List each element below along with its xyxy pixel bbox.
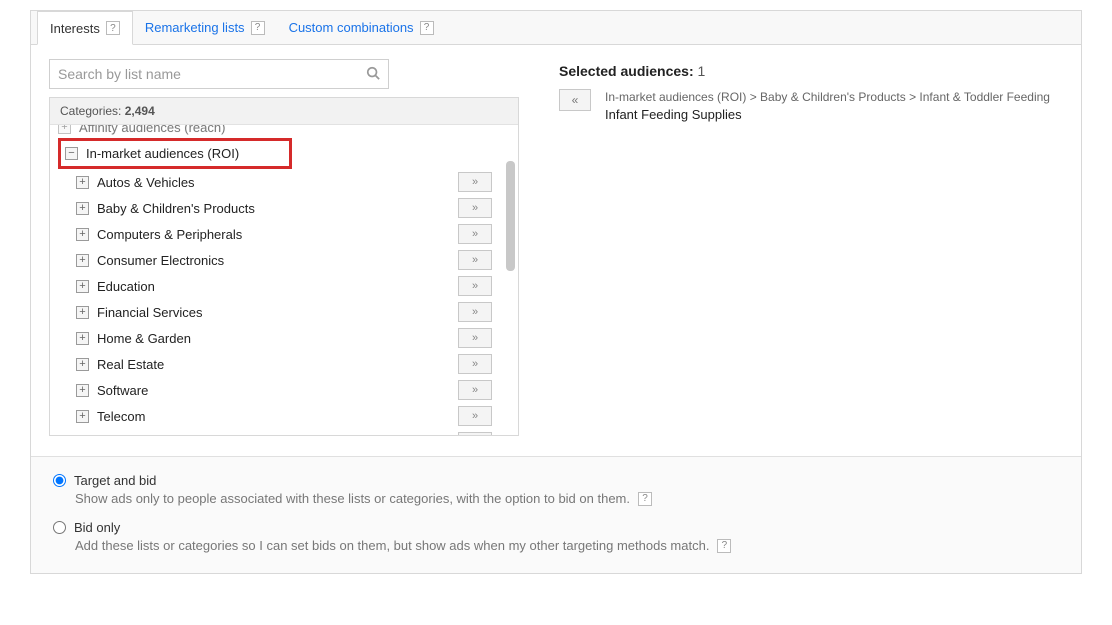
add-button[interactable]: » — [458, 380, 492, 400]
selected-count: 1 — [698, 63, 706, 79]
category-tree: + Affinity audiences (reach) − In-market… — [50, 125, 518, 435]
tree-node-label: In-market audiences (ROI) — [86, 146, 239, 161]
content-area: Categories: 2,494 + Affinity audiences (… — [31, 45, 1081, 456]
tab-label: Interests — [50, 21, 100, 36]
help-icon[interactable]: ? — [106, 21, 120, 35]
radio-desc-text: Show ads only to people associated with … — [75, 491, 630, 506]
left-column: Categories: 2,494 + Affinity audiences (… — [49, 59, 519, 436]
tree-node-label: Real Estate — [97, 357, 164, 372]
tree-node-label: Home & Garden — [97, 331, 191, 346]
targeting-options: Target and bid Show ads only to people a… — [31, 456, 1081, 573]
radio-input-target[interactable] — [53, 474, 66, 487]
radio-desc-target: Show ads only to people associated with … — [75, 491, 1059, 506]
tree-node-label: Education — [97, 279, 155, 294]
tree-node-child[interactable]: + Autos & Vehicles » — [58, 169, 492, 195]
remove-button[interactable]: « — [559, 89, 591, 111]
radio-label: Target and bid — [74, 473, 156, 488]
tab-label: Remarketing lists — [145, 20, 245, 35]
tree-node-child[interactable]: + Consumer Electronics » — [58, 247, 492, 273]
selected-leaf: Infant Feeding Supplies — [605, 106, 1050, 124]
tree-node-child[interactable]: + Home & Garden » — [58, 325, 492, 351]
tree-node-child[interactable]: + Computers & Peripherals » — [58, 221, 492, 247]
expand-icon[interactable]: + — [76, 306, 89, 319]
selected-text: In-market audiences (ROI) > Baby & Child… — [605, 89, 1050, 124]
tree-node-label: Software — [97, 383, 148, 398]
tree-node-child[interactable]: + Real Estate » — [58, 351, 492, 377]
add-button[interactable]: » — [458, 432, 492, 435]
radio-desc-bidonly: Add these lists or categories so I can s… — [75, 538, 1059, 553]
selected-path: In-market audiences (ROI) > Baby & Child… — [605, 89, 1050, 106]
category-list-panel: Categories: 2,494 + Affinity audiences (… — [49, 97, 519, 436]
tree-node-child[interactable]: + Telecom » — [58, 403, 492, 429]
expand-icon[interactable]: + — [76, 384, 89, 397]
radio-label: Bid only — [74, 520, 120, 535]
expand-icon[interactable]: + — [76, 358, 89, 371]
tree-node-label: Computers & Peripherals — [97, 227, 242, 242]
tab-interests[interactable]: Interests ? — [37, 11, 133, 45]
add-button[interactable]: » — [458, 250, 492, 270]
tree-node-child[interactable]: + Financial Services » — [58, 299, 492, 325]
add-button[interactable]: » — [458, 172, 492, 192]
tree-node-child[interactable]: +Travel» — [58, 429, 492, 435]
tab-custom[interactable]: Custom combinations ? — [277, 11, 446, 45]
tree-node-label: Consumer Electronics — [97, 253, 224, 268]
add-button[interactable]: » — [458, 328, 492, 348]
radio-target-and-bid[interactable]: Target and bid — [53, 473, 1059, 488]
expand-icon[interactable]: + — [76, 410, 89, 423]
category-count-value: 2,494 — [125, 104, 155, 118]
selected-audiences-header: Selected audiences: 1 — [559, 63, 1063, 79]
expand-icon[interactable]: + — [76, 228, 89, 241]
scrollbar-thumb[interactable] — [506, 161, 515, 271]
tree-node-label: Travel — [97, 435, 133, 436]
expand-icon[interactable]: + — [58, 125, 71, 134]
tree-node-label: Autos & Vehicles — [97, 175, 195, 190]
search-input[interactable] — [58, 66, 366, 82]
selected-label: Selected audiences — [559, 63, 689, 79]
add-button[interactable]: » — [458, 406, 492, 426]
tree-node-child[interactable]: + Baby & Children's Products » — [58, 195, 492, 221]
tree-node-child[interactable]: + Education » — [58, 273, 492, 299]
tree-node-label: Baby & Children's Products — [97, 201, 255, 216]
expand-icon[interactable]: + — [76, 254, 89, 267]
highlighted-node: − In-market audiences (ROI) — [58, 138, 292, 169]
radio-input-bidonly[interactable] — [53, 521, 66, 534]
right-column: Selected audiences: 1 « In-market audien… — [559, 59, 1063, 436]
tree-node-label: Financial Services — [97, 305, 203, 320]
radio-bid-only[interactable]: Bid only — [53, 520, 1059, 535]
expand-icon[interactable]: + — [76, 202, 89, 215]
add-button[interactable]: » — [458, 198, 492, 218]
tab-label: Custom combinations — [289, 20, 414, 35]
add-button[interactable]: » — [458, 302, 492, 322]
radio-desc-text: Add these lists or categories so I can s… — [75, 538, 709, 553]
search-icon — [366, 66, 380, 83]
expand-icon[interactable]: + — [76, 176, 89, 189]
tree-node-cutoff[interactable]: + Affinity audiences (reach) — [58, 125, 492, 138]
help-icon[interactable]: ? — [717, 539, 731, 553]
add-button[interactable]: » — [458, 224, 492, 244]
expand-icon[interactable]: + — [76, 280, 89, 293]
search-field-wrap — [49, 59, 389, 89]
collapse-icon[interactable]: − — [65, 147, 78, 160]
expand-icon[interactable]: + — [76, 332, 89, 345]
audience-panel: Interests ? Remarketing lists ? Custom c… — [30, 10, 1082, 574]
add-button[interactable]: » — [458, 276, 492, 296]
category-count-header: Categories: 2,494 — [50, 98, 518, 125]
help-icon[interactable]: ? — [420, 21, 434, 35]
help-icon[interactable]: ? — [251, 21, 265, 35]
tree-node-label: Telecom — [97, 409, 145, 424]
tree-node-child[interactable]: + Software » — [58, 377, 492, 403]
add-button[interactable]: » — [458, 354, 492, 374]
tab-remarketing[interactable]: Remarketing lists ? — [133, 11, 277, 45]
help-icon[interactable]: ? — [638, 492, 652, 506]
tab-bar: Interests ? Remarketing lists ? Custom c… — [31, 11, 1081, 45]
tree-node-inmarket[interactable]: − In-market audiences (ROI) — [65, 143, 283, 164]
tree-node-label: Affinity audiences (reach) — [79, 125, 225, 135]
selected-audience-item: « In-market audiences (ROI) > Baby & Chi… — [559, 89, 1063, 124]
category-count-label: Categories: — [60, 104, 121, 118]
